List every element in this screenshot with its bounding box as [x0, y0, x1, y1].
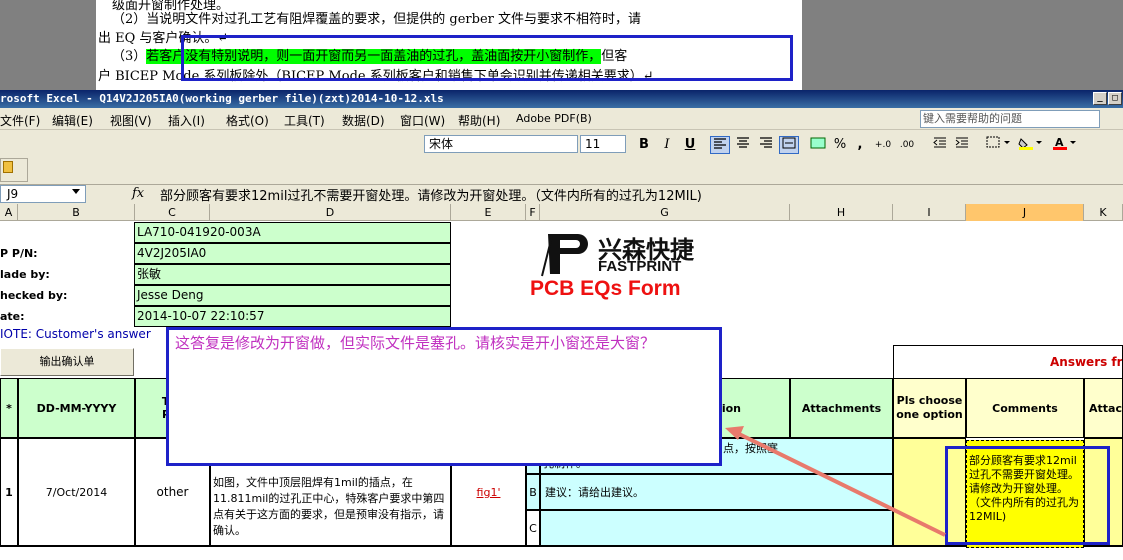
form-title: PCB EQs Form [530, 277, 681, 300]
percent-button[interactable]: % [830, 136, 850, 154]
font-color-icon: A [1053, 136, 1076, 150]
excel-title-bar[interactable]: rosoft Excel - Q14V2J205IA0(working gerb… [0, 90, 1123, 108]
column-header-F[interactable]: F [526, 204, 540, 221]
underline-button[interactable]: U [680, 136, 700, 154]
row1-option-c-label[interactable]: C [526, 510, 540, 546]
annotation-popup: 这答复是修改为开窗做，但实际文件是塞孔。请核实是开小窗还是大窗？ [166, 327, 722, 466]
pn-label: P P/N: [0, 247, 38, 260]
align-right-button[interactable] [756, 136, 776, 154]
column-header-D[interactable]: D [210, 204, 451, 221]
maximize-button[interactable]: □ [1108, 92, 1122, 105]
menu-help[interactable]: 帮助(H) [458, 112, 500, 129]
namebox-dropdown-icon[interactable] [72, 189, 80, 194]
header-comments: Comments [966, 378, 1084, 438]
merge-center-icon [782, 137, 796, 149]
row1-option-c-text[interactable] [540, 510, 893, 546]
menu-data[interactable]: 数据(D) [342, 112, 385, 129]
note-text: IOTE: Customer's answer [0, 327, 151, 341]
menu-edit[interactable]: 编辑(E) [52, 112, 93, 129]
logo-english-text: FASTPRINT [598, 258, 682, 275]
comment-annotation-box [945, 446, 1110, 545]
header-attachments: Attachments [790, 378, 893, 438]
window-title: rosoft Excel - Q14V2J205IA0(working gerb… [0, 92, 444, 105]
option-a-text-1: 点，按照塞 [723, 442, 778, 455]
help-search-input[interactable]: 键入需要帮助的问题 [920, 110, 1100, 128]
bold-button[interactable]: B [634, 136, 654, 154]
menu-file[interactable]: 文件(F) [0, 112, 40, 129]
row1-option-b-label[interactable]: B [526, 474, 540, 510]
formula-content[interactable]: 部分顾客有要求12mil过孔不需要开窗处理。请修改为开窗处理。（文件内所有的过孔… [160, 185, 702, 204]
header-choose-option: Pls choose one option [893, 378, 966, 438]
decrease-indent-button[interactable] [930, 136, 950, 154]
column-header-C[interactable]: C [135, 204, 210, 221]
customer-pn-value[interactable]: LA710-041920-003A [134, 222, 451, 243]
date-label: ate: [0, 310, 25, 323]
merge-center-button[interactable] [779, 136, 799, 154]
column-header-H[interactable]: H [790, 204, 893, 221]
outdent-icon [933, 137, 946, 148]
align-left-button[interactable] [710, 136, 730, 154]
align-center-icon [737, 137, 749, 148]
date-value[interactable]: 2014-10-07 22:10:57 [134, 306, 451, 327]
fx-icon[interactable]: fx [132, 186, 144, 201]
font-size-select[interactable]: 11 [580, 135, 626, 153]
fastprint-logo-icon [541, 234, 588, 277]
menu-window[interactable]: 窗口(W) [400, 112, 445, 129]
fastprint-logo: 兴森快捷 FASTPRINT [540, 228, 720, 278]
minimize-button[interactable]: _ [1093, 92, 1107, 105]
checked-by-label: hecked by: [0, 289, 68, 302]
borders-icon [986, 136, 1010, 148]
made-by-label: lade by: [0, 268, 50, 281]
indent-icon [955, 137, 968, 148]
paint-bucket-icon [1018, 138, 1042, 150]
menu-format[interactable]: 格式(O) [226, 112, 269, 129]
header-date: DD-MM-YYYY [18, 378, 135, 438]
increase-decimal-button[interactable]: +.0 [873, 136, 893, 154]
font-name-select[interactable]: 宋体 [424, 135, 578, 153]
font-color-button[interactable]: A [1050, 136, 1080, 154]
currency-button[interactable] [808, 136, 828, 154]
column-header-K[interactable]: K [1084, 204, 1123, 221]
align-right-icon [760, 137, 772, 148]
header-attachments-2: Attach [1084, 378, 1123, 438]
column-header-A[interactable]: A [0, 204, 18, 221]
align-left-icon [714, 138, 726, 149]
pn-value[interactable]: 4V2J205IA0 [134, 243, 451, 264]
decrease-decimal-button[interactable]: .00 [897, 136, 917, 154]
row1-date[interactable]: 7/Oct/2014 [18, 438, 135, 546]
increase-indent-button[interactable] [952, 136, 972, 154]
menu-adobe-pdf[interactable]: Adobe PDF(B) [516, 112, 592, 125]
column-header-I[interactable]: I [893, 204, 966, 221]
column-header-G[interactable]: G [540, 204, 790, 221]
made-by-value[interactable]: 张敏 [134, 264, 451, 285]
borders-button[interactable] [984, 136, 1014, 154]
toolbar-overflow[interactable] [0, 158, 28, 182]
menu-view[interactable]: 视图(V) [110, 112, 152, 129]
answers-header-cell [893, 345, 1123, 378]
column-header-E[interactable]: E [451, 204, 526, 221]
column-header-J[interactable]: J [966, 204, 1084, 221]
fill-color-button[interactable] [1016, 136, 1046, 154]
doc-line-2: （2）当说明文件对过孔工艺有阻焊覆盖的要求，但提供的 gerber 文件与要求不… [112, 12, 641, 27]
menu-tools[interactable]: 工具(T) [284, 112, 325, 129]
italic-button[interactable]: I [657, 136, 677, 154]
checked-by-value[interactable]: Jesse Deng [134, 285, 451, 306]
column-header-row: A B C D E F G H I J K [0, 204, 1123, 221]
align-center-button[interactable] [733, 136, 753, 154]
doc-highlight-annotation-box [181, 35, 793, 81]
next-row[interactable] [0, 546, 1123, 560]
row1-option-b-text[interactable]: 建议：请给出建议。 [540, 474, 893, 510]
comma-button[interactable]: , [850, 136, 870, 154]
column-header-B[interactable]: B [18, 204, 135, 221]
menu-insert[interactable]: 插入(I) [168, 112, 205, 129]
output-confirmation-button[interactable]: 输出确认单 [0, 348, 134, 376]
name-box[interactable]: J9 [0, 185, 86, 203]
header-star: * [0, 378, 18, 438]
row-number-1[interactable]: 1 [0, 438, 18, 546]
currency-icon [810, 137, 826, 149]
doc-line-4-prefix: （3） [112, 49, 147, 64]
folder-icon [3, 161, 13, 173]
